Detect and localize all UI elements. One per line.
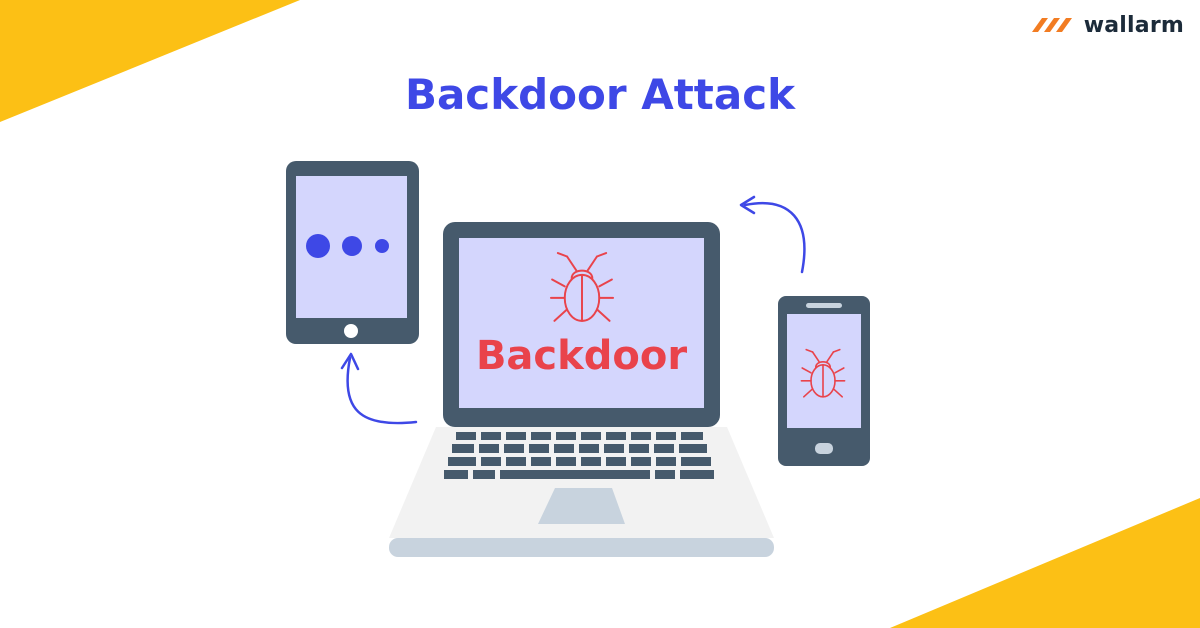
arrow-phone-to-laptop-icon [739, 195, 806, 274]
laptop-base-edge [389, 538, 774, 557]
phone [778, 296, 870, 466]
phone-speaker [806, 303, 842, 308]
phone-screen [787, 314, 861, 428]
tablet-home-button [344, 324, 358, 338]
arrow-laptop-to-tablet-icon [340, 352, 418, 425]
tablet [286, 161, 419, 344]
laptop [389, 222, 774, 557]
banner: wallarm Backdoor Attack Backdoor [0, 0, 1200, 628]
laptop-screen [459, 238, 704, 408]
laptop-screen-label: Backdoor [475, 333, 688, 379]
devices-illustration [286, 161, 870, 557]
phone-home-button [815, 443, 833, 454]
